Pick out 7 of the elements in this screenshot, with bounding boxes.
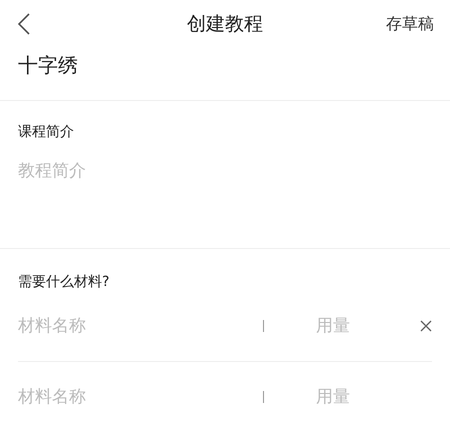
page-title: 创建教程 [186, 12, 264, 37]
back-icon[interactable] [18, 13, 30, 35]
section-label: 需要什么材料? [18, 273, 110, 291]
close-icon[interactable] [420, 320, 432, 332]
section-label: 课程简介 [18, 123, 75, 141]
save-draft-button[interactable]: 存草稿 [386, 14, 434, 34]
course-name: 十字绣 [0, 48, 450, 101]
